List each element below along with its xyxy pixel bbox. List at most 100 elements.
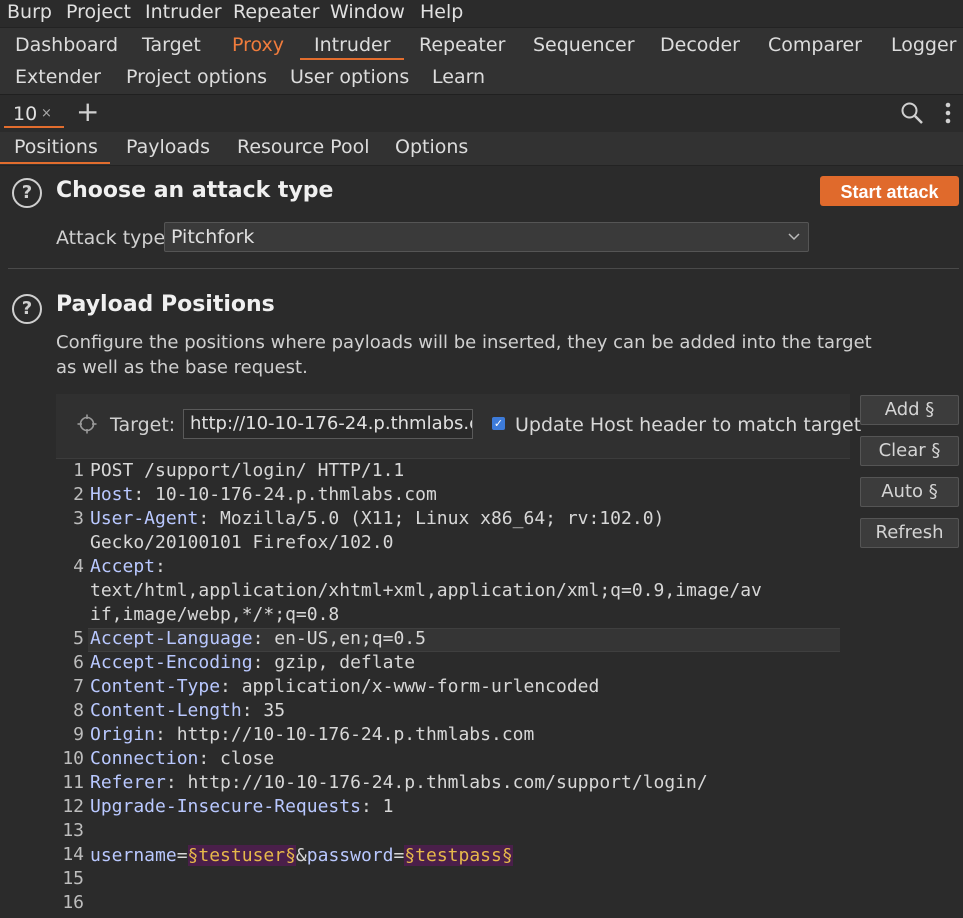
search-icon[interactable] <box>900 101 924 125</box>
section-divider <box>8 268 959 269</box>
tab-learn[interactable]: Learn <box>432 66 485 88</box>
tab-resource-pool[interactable]: Resource Pool <box>237 136 369 158</box>
refresh-button[interactable]: Refresh <box>860 518 959 548</box>
line-number: 4 <box>73 556 84 577</box>
start-attack-button[interactable]: Start attack <box>820 176 959 206</box>
header-name: Content-Type <box>90 676 221 697</box>
header-value: : <box>155 556 166 577</box>
attack-type-label: Attack type: <box>56 227 172 249</box>
menu-intruder[interactable]: Intruder <box>145 1 222 23</box>
header-name: Origin <box>90 724 156 745</box>
help-icon[interactable]: ? <box>12 294 42 324</box>
header-value: : 10-10-176-24.p.thmlabs.com <box>133 484 437 505</box>
request-line[interactable]: POST /support/login/ HTTP/1.1 <box>90 460 404 481</box>
line-number: 7 <box>73 676 84 697</box>
menu-window[interactable]: Window <box>330 1 405 23</box>
request-line[interactable]: Content-Type: application/x-www-form-url… <box>90 676 599 697</box>
header-value: text/html,application/xhtml+xml,applicat… <box>90 580 762 601</box>
add-tab-icon[interactable]: + <box>76 95 99 128</box>
line-number: 14 <box>62 844 84 865</box>
request-line[interactable]: Origin: http://10-10-176-24.p.thmlabs.co… <box>90 724 534 745</box>
line-number: 5 <box>73 628 84 649</box>
tab-options[interactable]: Options <box>395 136 468 158</box>
line-number: 12 <box>62 796 84 817</box>
attack-type-value: Pitchfork <box>171 226 255 248</box>
equals-sign: = <box>393 845 405 866</box>
more-options-icon[interactable] <box>941 101 955 127</box>
add-marker-button[interactable]: Add § <box>860 395 959 425</box>
param-username: username <box>90 845 177 866</box>
menu-repeater[interactable]: Repeater <box>233 1 319 23</box>
intruder-sub-tabs: Positions Payloads Resource Pool Options <box>0 132 963 166</box>
header-name: Accept-Language <box>90 628 253 649</box>
header-value: : application/x-www-form-urlencoded <box>220 676 600 697</box>
request-line[interactable]: Accept-Encoding: gzip, deflate <box>90 652 415 673</box>
request-line[interactable]: Upgrade-Insecure-Requests: 1 <box>90 796 393 817</box>
payload-positions-desc-line1: Configure the positions where payloads w… <box>56 332 872 353</box>
update-host-checkbox[interactable]: ✓ <box>492 417 505 430</box>
header-value: : en-US,en;q=0.5 <box>252 628 426 649</box>
payload-positions-title: Payload Positions <box>56 292 275 317</box>
menu-help[interactable]: Help <box>420 1 463 23</box>
request-line[interactable]: Accept: <box>90 556 166 577</box>
tab-extender[interactable]: Extender <box>15 66 101 88</box>
request-body-line[interactable]: username=§testuser§&password=§testpass§ <box>90 845 513 866</box>
chevron-down-icon <box>788 233 800 241</box>
request-line[interactable]: Accept-Language: en-US,en;q=0.5 <box>90 628 426 649</box>
request-line[interactable]: Host: 10-10-176-24.p.thmlabs.com <box>90 484 437 505</box>
tab-sequencer[interactable]: Sequencer <box>533 34 635 56</box>
header-name: Upgrade-Insecure-Requests <box>90 796 361 817</box>
close-icon[interactable]: × <box>41 106 52 121</box>
clear-markers-button[interactable]: Clear § <box>860 436 959 466</box>
tab-decoder[interactable]: Decoder <box>660 34 740 56</box>
header-value: : gzip, deflate <box>252 652 416 673</box>
tool-tabs: Dashboard Target Proxy Intruder Repeater… <box>0 27 963 94</box>
request-line[interactable]: Connection: close <box>90 748 274 769</box>
header-name: User-Agent <box>90 508 199 529</box>
instance-tab-label: 10 <box>13 103 38 125</box>
line-number: 11 <box>62 772 84 793</box>
line-number: 3 <box>73 508 84 529</box>
tab-comparer[interactable]: Comparer <box>768 34 862 56</box>
payload-positions-desc-line2: as well as the base request. <box>56 357 308 378</box>
request-line[interactable]: if,image/webp,*/*;q=0.8 <box>90 604 339 625</box>
header-value: : http://10-10-176-24.p.thmlabs.com <box>155 724 535 745</box>
tab-payloads[interactable]: Payloads <box>126 136 210 158</box>
tab-logger[interactable]: Logger <box>891 34 957 56</box>
header-name: Content-Length <box>90 700 242 721</box>
request-line[interactable]: text/html,application/xhtml+xml,applicat… <box>90 580 762 601</box>
attack-type-select[interactable]: Pitchfork <box>164 222 809 252</box>
header-value: POST /support/login/ HTTP/1.1 <box>90 460 405 481</box>
tab-project-options[interactable]: Project options <box>126 66 267 88</box>
equals-sign: = <box>176 845 188 866</box>
header-value: : close <box>198 748 275 769</box>
update-host-label: Update Host header to match target <box>515 414 862 436</box>
payload-marker-password: §testpass§ <box>404 845 513 866</box>
menu-project[interactable]: Project <box>66 1 131 23</box>
request-line[interactable]: User-Agent: Mozilla/5.0 (X11; Linux x86_… <box>90 508 664 529</box>
attack-type-title: Choose an attack type <box>56 178 334 203</box>
line-number: 9 <box>73 724 84 745</box>
tab-user-options[interactable]: User options <box>290 66 409 88</box>
request-line[interactable]: Gecko/20100101 Firefox/102.0 <box>90 532 393 553</box>
line-number: 8 <box>73 700 84 721</box>
tab-target[interactable]: Target <box>142 34 201 56</box>
header-name: Host <box>90 484 134 505</box>
tab-positions[interactable]: Positions <box>14 136 98 158</box>
target-url-input[interactable]: http://10-10-176-24.p.thmlabs.com <box>183 409 473 439</box>
tab-proxy[interactable]: Proxy <box>232 34 284 56</box>
payload-marker-username: §testuser§ <box>187 845 296 866</box>
menu-burp[interactable]: Burp <box>7 1 52 23</box>
tab-repeater[interactable]: Repeater <box>419 34 505 56</box>
request-line[interactable]: Content-Length: 35 <box>90 700 285 721</box>
line-number: 1 <box>73 460 84 481</box>
tab-intruder[interactable]: Intruder <box>314 34 391 56</box>
auto-markers-button[interactable]: Auto § <box>860 477 959 507</box>
request-line[interactable]: Referer: http://10-10-176-24.p.thmlabs.c… <box>90 772 708 793</box>
active-tab-underline <box>300 58 404 60</box>
intruder-instance-bar: 10 × + <box>0 94 963 133</box>
instance-tab[interactable]: 10 × <box>4 98 64 128</box>
tab-dashboard[interactable]: Dashboard <box>15 34 118 56</box>
header-name: Accept-Encoding <box>90 652 253 673</box>
help-icon[interactable]: ? <box>12 178 42 208</box>
